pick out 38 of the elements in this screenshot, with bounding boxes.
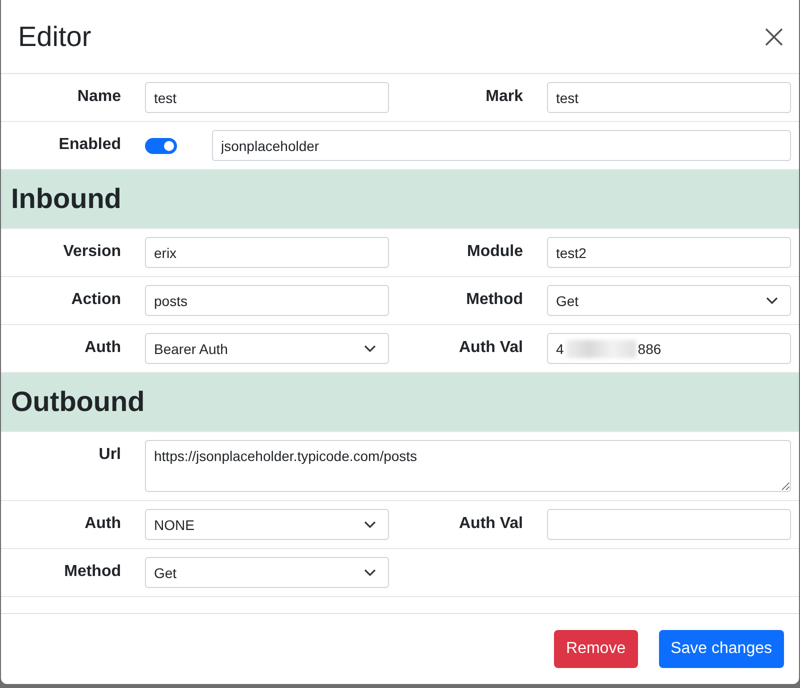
field-label: Auth Val <box>458 338 523 357</box>
save-button[interactable]: Save changes <box>658 630 784 668</box>
field-label: Version <box>62 242 121 261</box>
redaction-blur <box>566 340 636 358</box>
chevron-down-icon <box>364 344 376 352</box>
text-field[interactable]: jsonplaceholder <box>212 130 791 161</box>
field-label: Url <box>98 445 121 464</box>
text-field[interactable]: test2 <box>547 237 791 268</box>
section-title: Inbound <box>11 183 122 215</box>
chevron-down-icon <box>364 568 376 576</box>
section-title: Outbound <box>11 386 145 418</box>
close-button[interactable] <box>763 26 785 48</box>
select-field[interactable]: Get <box>145 557 389 588</box>
field-label: Module <box>466 242 523 261</box>
field-label: Auth <box>84 338 121 357</box>
text-field[interactable]: test <box>145 82 389 113</box>
dialog-title: Editor <box>18 20 92 52</box>
enabled-switch[interactable] <box>145 138 177 154</box>
chevron-down-icon <box>766 296 778 304</box>
text-field[interactable]: 4 886 <box>547 333 791 364</box>
field-label: Auth Val <box>458 514 523 533</box>
select-field[interactable]: Bearer Auth <box>145 333 389 364</box>
field-label: Enabled <box>58 135 121 154</box>
text-field[interactable]: erix <box>145 237 389 268</box>
field-label: Method <box>465 290 523 309</box>
text-field[interactable]: test <box>547 82 791 113</box>
remove-button[interactable]: Remove <box>554 630 638 668</box>
select-field[interactable]: Get <box>547 285 791 316</box>
field-label: Mark <box>484 87 523 106</box>
chevron-down-icon <box>364 520 376 528</box>
select-field[interactable]: NONE <box>145 509 389 540</box>
text-field[interactable] <box>547 509 791 540</box>
url-field[interactable]: https://jsonplaceholder.typicode.com/posts <box>145 440 791 492</box>
field-label: Auth <box>84 514 121 533</box>
field-label: Method <box>63 562 121 581</box>
field-label: Action <box>70 290 121 309</box>
field-label: Name <box>76 87 121 106</box>
text-field[interactable]: posts <box>145 285 389 316</box>
